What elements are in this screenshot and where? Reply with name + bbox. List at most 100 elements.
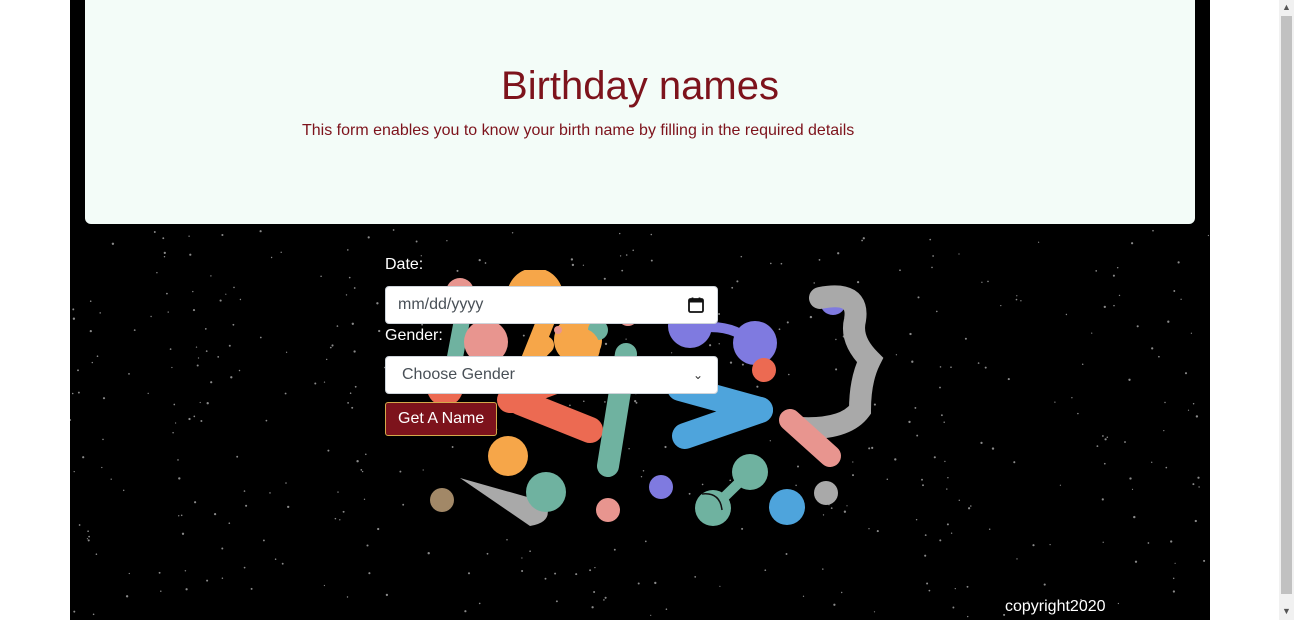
scroll-down-icon[interactable]: ▼ [1282, 606, 1291, 616]
star-dot [1020, 300, 1022, 302]
star-dot [174, 422, 177, 424]
star-dot [280, 251, 282, 254]
star-dot [189, 253, 192, 256]
star-dot [1192, 403, 1195, 405]
star-dot [169, 348, 172, 350]
gender-label: Gender: [385, 327, 443, 344]
star-dot [349, 392, 352, 394]
star-dot [1096, 445, 1099, 448]
star-dot [77, 369, 79, 372]
star-dot [354, 385, 357, 388]
scroll-up-icon[interactable]: ▲ [1282, 2, 1291, 12]
star-dot [555, 600, 558, 603]
star-dot [366, 544, 369, 547]
star-dot [1167, 320, 1170, 323]
date-input[interactable]: mm/dd/yyyy [385, 286, 718, 324]
star-dot [162, 237, 165, 240]
star-dot [365, 453, 367, 456]
star-dot [785, 553, 788, 555]
star-dot [95, 553, 98, 555]
star-dot [325, 358, 328, 361]
star-dot [575, 573, 578, 576]
star-dot [554, 572, 557, 575]
star-dot [1081, 363, 1084, 366]
star-dot [230, 376, 233, 379]
star-dot [238, 369, 241, 372]
star-dot [1203, 559, 1206, 562]
star-dot [1054, 401, 1056, 403]
star-dot [327, 449, 330, 452]
star-dot [977, 362, 980, 364]
star-dot [323, 381, 326, 383]
star-dot [78, 524, 81, 526]
get-a-name-button[interactable]: Get A Name [385, 402, 498, 436]
star-dot [1113, 304, 1115, 307]
star-dot [287, 505, 290, 509]
star-dot [637, 582, 640, 585]
star-dot [210, 275, 212, 277]
star-dot [1077, 412, 1079, 415]
star-dot [284, 392, 287, 395]
star-dot [1091, 332, 1093, 334]
star-dot [1197, 476, 1200, 479]
star-dot [160, 590, 162, 592]
star-dot [351, 322, 354, 325]
star-dot [1177, 261, 1180, 264]
star-dot [133, 329, 136, 331]
star-dot [1065, 313, 1068, 316]
star-dot [694, 576, 697, 578]
star-dot [946, 488, 948, 490]
star-dot [922, 484, 924, 487]
star-dot [200, 420, 203, 422]
star-dot [88, 535, 90, 538]
star-dot [91, 361, 93, 364]
star-dot [199, 401, 201, 404]
star-dot [950, 532, 953, 534]
star-dot [156, 271, 158, 274]
page-title: Birthday names [501, 64, 779, 108]
star-dot [1163, 429, 1165, 432]
star-dot [1000, 304, 1002, 307]
star-dot [194, 501, 197, 504]
vertical-scrollbar[interactable]: ▲ ▼ [1279, 0, 1294, 620]
star-dot [281, 562, 284, 565]
star-dot [932, 255, 934, 257]
star-dot [392, 229, 395, 231]
star-dot [72, 308, 75, 311]
star-dot [262, 539, 265, 542]
star-dot [1147, 542, 1150, 544]
star-dot [958, 253, 960, 255]
star-dot [347, 402, 349, 404]
star-dot [323, 584, 325, 587]
gender-select[interactable]: Choose Gender ⌄ [385, 356, 718, 394]
star-dot [1131, 488, 1134, 490]
star-dot [353, 287, 356, 289]
star-dot [914, 406, 917, 409]
star-dot [245, 504, 248, 507]
star-dot [128, 373, 130, 375]
star-dot [769, 262, 772, 265]
star-dot [486, 552, 489, 555]
star-dot [1007, 378, 1010, 381]
calendar-icon[interactable] [687, 296, 705, 314]
star-dot [478, 602, 481, 605]
star-dot [950, 366, 952, 369]
star-dot [935, 310, 938, 313]
star-dot [150, 315, 152, 318]
star-dot [221, 233, 224, 237]
star-dot [822, 568, 824, 570]
star-dot [521, 569, 524, 573]
star-dot [958, 499, 961, 502]
star-dot [265, 419, 268, 422]
star-dot [604, 596, 607, 599]
star-dot [966, 585, 969, 588]
star-dot [1015, 298, 1018, 301]
scrollbar-thumb[interactable] [1281, 16, 1292, 594]
chevron-down-icon: ⌄ [692, 368, 703, 382]
star-dot [980, 441, 983, 445]
star-dot [71, 392, 74, 395]
star-dot [619, 232, 621, 235]
star-dot [931, 266, 933, 269]
star-dot [89, 300, 92, 302]
star-dot [1190, 332, 1193, 334]
